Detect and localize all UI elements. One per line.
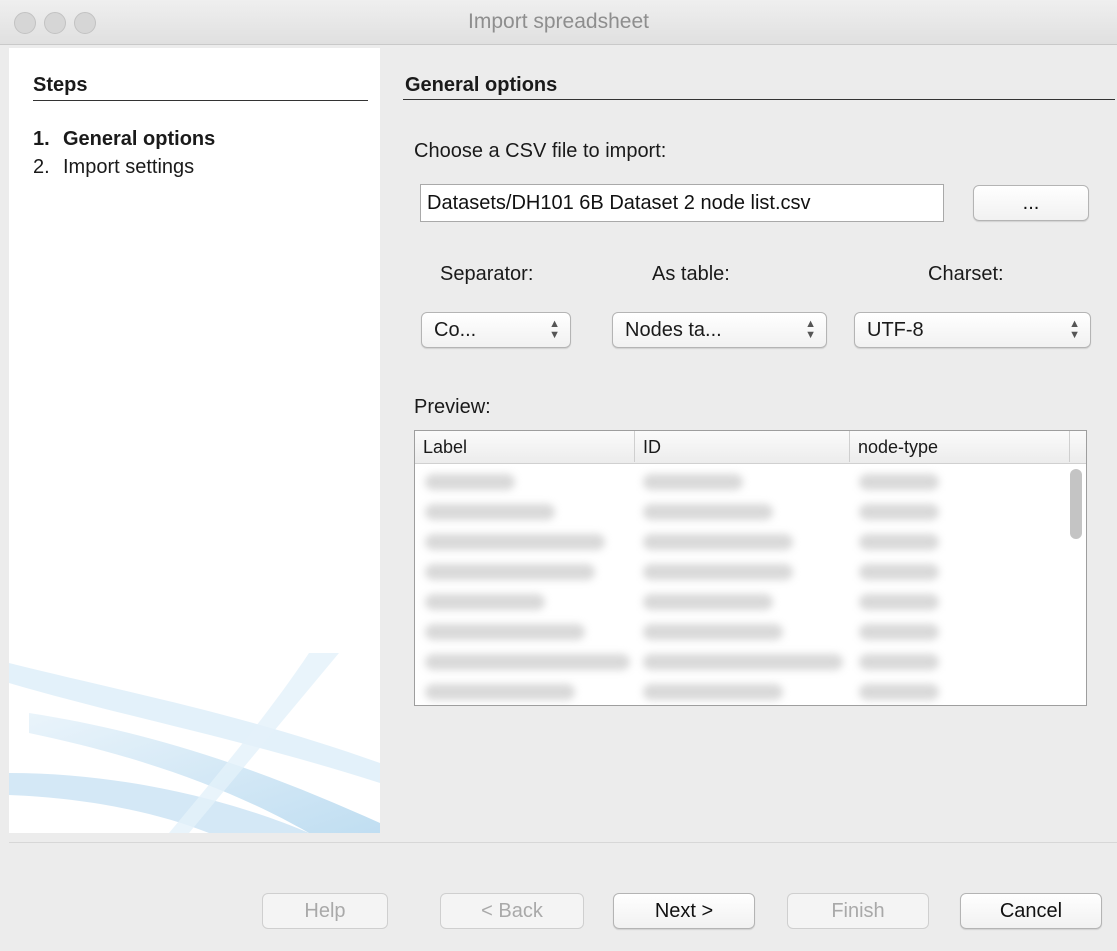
wizard-decoration-image xyxy=(9,653,380,833)
blurred-cell xyxy=(859,504,939,520)
separator-label: Separator: xyxy=(440,263,534,285)
blurred-cell xyxy=(643,654,843,670)
steps-divider xyxy=(33,100,368,101)
blurred-cell xyxy=(859,474,939,490)
blurred-cell xyxy=(643,684,783,700)
blurred-cell xyxy=(425,564,595,580)
column-header-id[interactable]: ID xyxy=(635,431,850,462)
back-button[interactable]: < Back xyxy=(440,893,584,929)
blurred-cell xyxy=(643,534,793,550)
charset-select[interactable]: UTF-8 ▲ ▼ xyxy=(854,312,1091,348)
column-header-node-type[interactable]: node-type xyxy=(850,431,1070,462)
section-divider xyxy=(403,99,1115,100)
as-table-value: Nodes ta... xyxy=(625,319,722,341)
blurred-cell xyxy=(859,564,939,580)
blurred-cell xyxy=(643,504,773,520)
scrollbar-thumb[interactable] xyxy=(1070,469,1082,539)
step-number: 2. xyxy=(33,156,50,178)
step-label: Import settings xyxy=(63,156,195,178)
browse-button[interactable]: ... xyxy=(973,185,1089,221)
cancel-button[interactable]: Cancel xyxy=(960,893,1102,929)
blurred-cell xyxy=(425,474,515,490)
separator-select[interactable]: Co... ▲ ▼ xyxy=(421,312,571,348)
charset-value: UTF-8 xyxy=(867,319,924,341)
table-row xyxy=(415,557,1070,587)
table-row xyxy=(415,617,1070,647)
blurred-cell xyxy=(425,594,545,610)
section-title: General options xyxy=(405,74,558,96)
column-header-label[interactable]: Label xyxy=(415,431,635,462)
separator-value: Co... xyxy=(434,319,477,341)
chevron-updown-icon: ▲ ▼ xyxy=(1069,318,1080,341)
as-table-select[interactable]: Nodes ta... ▲ ▼ xyxy=(612,312,827,348)
table-row xyxy=(415,677,1070,705)
step-label: General options xyxy=(63,128,216,150)
blurred-cell xyxy=(425,684,575,700)
chevron-updown-icon: ▲ ▼ xyxy=(549,318,560,341)
charset-label: Charset: xyxy=(928,263,1004,285)
blurred-cell xyxy=(859,534,939,550)
steps-panel: Steps 1. General options 2. Import setting… xyxy=(9,48,380,833)
preview-table[interactable]: Label ID node-type xyxy=(414,430,1087,706)
file-label: Choose a CSV file to import: xyxy=(414,140,667,162)
chevron-updown-icon: ▲ ▼ xyxy=(805,318,816,341)
blurred-cell xyxy=(425,504,555,520)
blurred-cell xyxy=(859,594,939,610)
title-bar: Import spreadsheet xyxy=(0,0,1117,45)
blurred-cell xyxy=(859,624,939,640)
preview-label: Preview: xyxy=(414,396,491,418)
blurred-cell xyxy=(643,564,793,580)
vertical-scrollbar[interactable] xyxy=(1070,469,1082,701)
table-row xyxy=(415,497,1070,527)
window-title: Import spreadsheet xyxy=(468,10,649,33)
footer-divider xyxy=(9,842,1117,843)
preview-header-row: Label ID node-type xyxy=(415,431,1086,464)
blurred-cell xyxy=(859,654,939,670)
file-path-input[interactable] xyxy=(420,184,944,222)
finish-button[interactable]: Finish xyxy=(787,893,929,929)
table-row xyxy=(415,527,1070,557)
as-table-label: As table: xyxy=(652,263,730,285)
blurred-cell xyxy=(425,654,630,670)
step-import-settings: 2. Import settings xyxy=(33,156,194,179)
blurred-cell xyxy=(643,624,783,640)
blurred-cell xyxy=(425,534,605,550)
steps-title: Steps xyxy=(33,74,88,96)
help-button[interactable]: Help xyxy=(262,893,388,929)
blurred-cell xyxy=(859,684,939,700)
blurred-cell xyxy=(643,594,773,610)
table-row xyxy=(415,587,1070,617)
step-general-options: 1. General options xyxy=(33,128,215,151)
blurred-cell xyxy=(425,624,585,640)
table-row xyxy=(415,467,1070,497)
blurred-cell xyxy=(643,474,743,490)
table-row xyxy=(415,647,1070,677)
next-button[interactable]: Next > xyxy=(613,893,755,929)
step-number: 1. xyxy=(33,128,50,150)
